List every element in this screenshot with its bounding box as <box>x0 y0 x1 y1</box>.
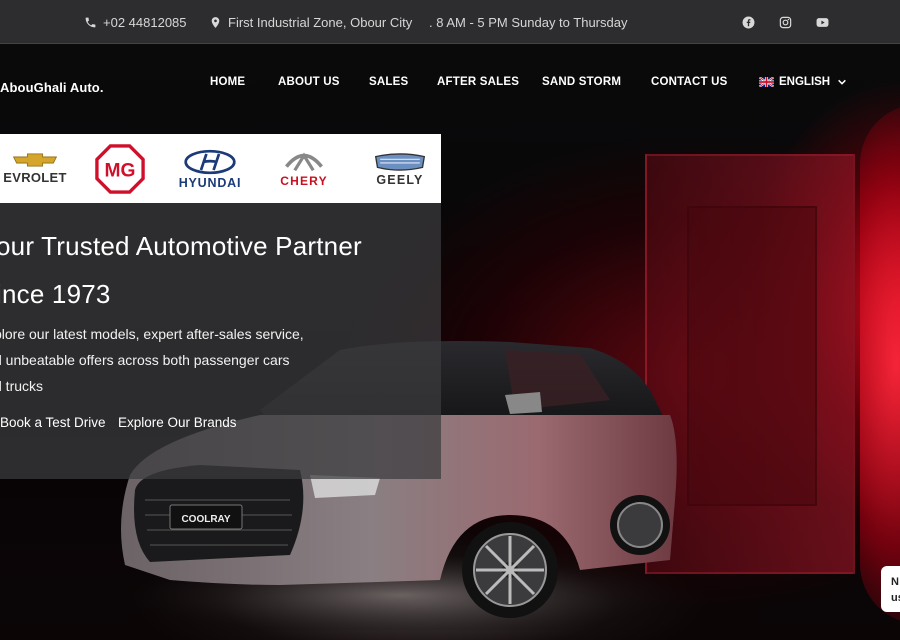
hours-text: . 8 AM - 5 PM Sunday to Thursday <box>429 14 628 30</box>
nav-contact-us[interactable]: CONTACT US <box>651 76 728 88</box>
book-test-drive-link[interactable]: Book a Test Drive <box>0 415 106 430</box>
hero-headline-line1: our Trusted Automotive Partner <box>0 231 362 261</box>
youtube-link[interactable] <box>815 0 830 44</box>
chevrolet-wordmark: EVROLET <box>3 170 67 185</box>
top-info-bar: +02 44812085 First Industrial Zone, Obou… <box>0 0 900 44</box>
hyundai-wordmark: HYUNDAI <box>178 175 242 190</box>
address-contact: First Industrial Zone, Obour City <box>209 0 412 44</box>
geely-wordmark: GEELY <box>376 172 424 187</box>
address-text: First Industrial Zone, Obour City <box>228 14 413 30</box>
language-selector[interactable]: ENGLISH <box>759 76 847 88</box>
car-plate-text: COOLRAY <box>181 514 230 525</box>
chat-widget-line1: N <box>891 576 899 588</box>
chat-widget-line2: us <box>891 592 900 604</box>
mg-wordmark: MG <box>105 160 136 181</box>
explore-brands-link[interactable]: Explore Our Brands <box>118 415 237 430</box>
hyundai-logo[interactable]: HYUNDAI <box>170 134 250 203</box>
mg-octagon-icon: MG <box>95 143 145 194</box>
hyundai-h-icon <box>184 149 236 174</box>
chevron-down-icon <box>838 79 846 85</box>
geely-logo[interactable]: GEELY <box>364 134 436 203</box>
hero-description-line2: d unbeatable offers across both passenge… <box>0 352 290 368</box>
instagram-link[interactable] <box>779 0 792 44</box>
map-pin-icon <box>211 16 220 28</box>
instagram-icon <box>779 16 792 28</box>
nav-sales[interactable]: SALES <box>369 76 408 88</box>
hero-headline-line2: ince 1973 <box>0 279 111 309</box>
geely-shield-icon <box>374 152 426 171</box>
chevrolet-logo[interactable]: EVROLET <box>0 134 78 203</box>
nav-home[interactable]: HOME <box>210 76 245 88</box>
nav-after-sales[interactable]: AFTER SALES <box>437 76 519 88</box>
phone-icon <box>85 17 96 27</box>
chery-wordmark: CHERY <box>280 173 328 188</box>
mg-logo[interactable]: MG <box>92 134 148 203</box>
language-label: ENGLISH <box>779 76 831 88</box>
background-red-glow <box>860 104 900 624</box>
youtube-icon <box>816 17 829 27</box>
chevrolet-bowtie-icon <box>12 153 58 167</box>
facebook-icon <box>742 16 755 28</box>
site-logo[interactable]: AbouGhali Auto. <box>0 80 104 95</box>
hero-description-line3: d trucks <box>0 378 44 394</box>
phone-contact[interactable]: +02 44812085 <box>84 0 187 44</box>
nav-sand-storm[interactable]: SAND STORM <box>542 76 621 88</box>
door-panel <box>687 206 817 506</box>
phone-number[interactable]: +02 44812085 <box>103 15 187 30</box>
brand-logos-strip: EVROLET MG HYUNDAI CHERY GEELY <box>0 134 441 203</box>
nav-about-us[interactable]: ABOUT US <box>278 76 340 88</box>
uk-flag-icon <box>759 77 774 87</box>
hero-description-line1: plore our latest models, expert after-sa… <box>0 326 304 342</box>
chat-widget-tab[interactable]: N us <box>881 566 900 612</box>
facebook-link[interactable] <box>742 0 755 44</box>
opening-hours: . 8 AM - 5 PM Sunday to Thursday <box>429 0 627 44</box>
chery-emblem-icon <box>285 151 323 171</box>
chery-logo[interactable]: CHERY <box>268 134 340 203</box>
